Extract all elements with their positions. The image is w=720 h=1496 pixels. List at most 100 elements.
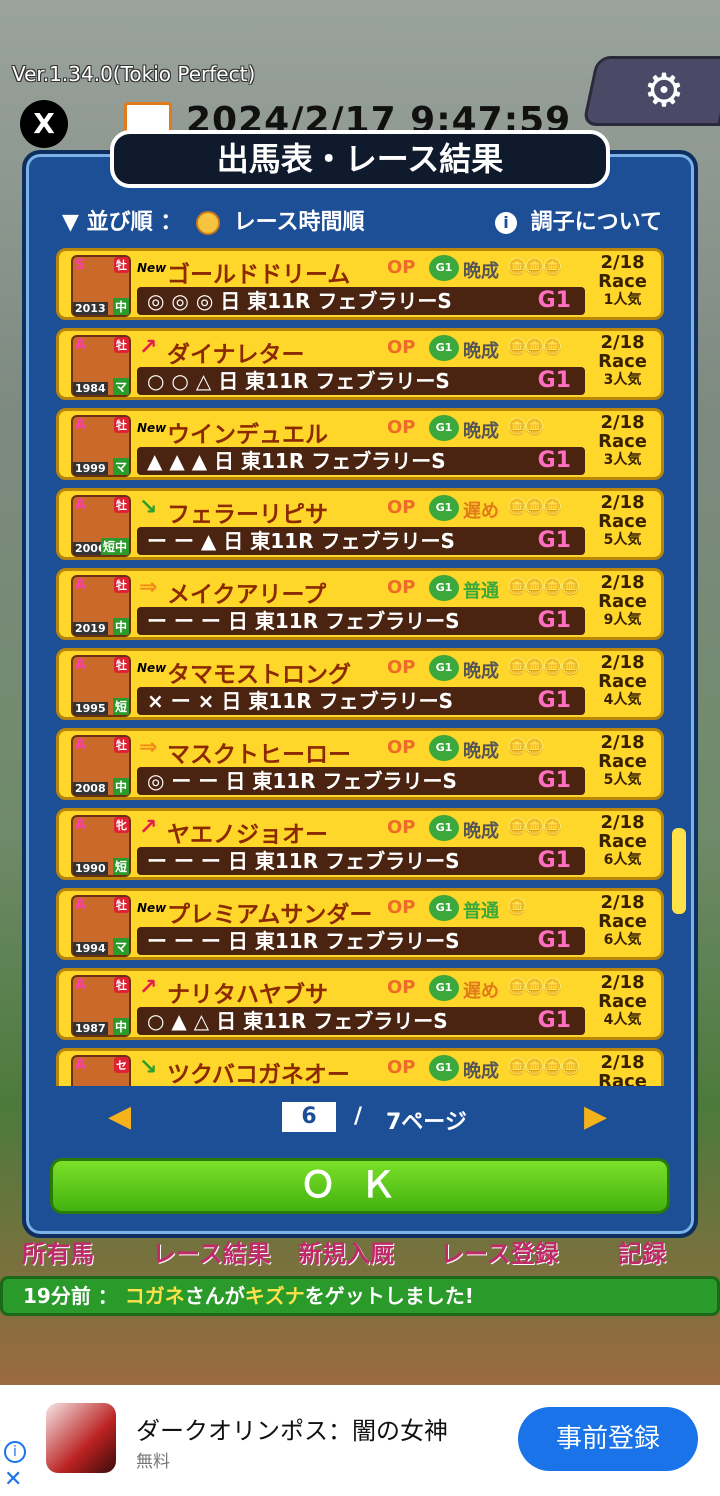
horse-row[interactable]: A 牡 2006 短中 ↘ フェラーリピサ OP G1 遅め 🪙🪙🪙 ー ー ▲… (56, 488, 664, 560)
popularity: 5人気 (603, 532, 642, 548)
rank-badge: A (75, 497, 86, 513)
growth-type: 晩成 (463, 821, 499, 842)
race-name: フェブラリーS (325, 929, 460, 953)
horse-row[interactable]: A 牡 2008 中 ⇒ マスクトヒーロー OP G1 晩成 🪙🪙 ◎ ー ー … (56, 728, 664, 800)
race-label: Race (598, 671, 647, 692)
prediction-marks: ○ ○ △ (147, 369, 212, 393)
class-label: OP (387, 657, 416, 678)
trend-arrow-icon: ↘ (139, 1055, 158, 1080)
coin-icons: 🪙🪙🪙🪙 (507, 657, 581, 676)
ad-banner[interactable]: i ✕ ダークオリンポス：闇の女神 無料 事前登録 (0, 1385, 720, 1496)
horse-name: ヤエノジョオー (167, 822, 328, 848)
race-day: 日 (216, 1009, 237, 1033)
birth-year: 1999 (73, 462, 108, 475)
horse-row[interactable]: A 牡 1994 マ New プレミアムサンダー OP G1 普通 🪙 ー ー … (56, 888, 664, 960)
horse-row[interactable]: S 牡 2013 中 New ゴールドドリーム OP G1 晩成 🪙🪙🪙 ◎ ◎… (56, 248, 664, 320)
race-label: Race (598, 991, 647, 1012)
ad-close-icon[interactable]: ✕ (4, 1467, 22, 1492)
class-label: OP (387, 257, 416, 278)
race-label: Race (598, 271, 647, 292)
horse-list[interactable]: S 牡 2013 中 New ゴールドドリーム OP G1 晩成 🪙🪙🪙 ◎ ◎… (56, 248, 666, 1086)
race-day: 日 (220, 289, 241, 313)
race-day: 日 (225, 769, 246, 793)
menu-records[interactable]: 記録 (618, 1234, 666, 1269)
rank-badge: A (75, 337, 86, 353)
menu-race-results[interactable]: レース結果 (152, 1234, 271, 1269)
version-label: Ver.1.34.0(Tokio Perfect) (12, 62, 256, 86)
race-name: フェブラリーS (317, 289, 452, 313)
page-separator: / (354, 1104, 363, 1129)
prev-page-arrow-icon[interactable]: ◀ (108, 1100, 136, 1134)
race-name: フェブラリーS (315, 369, 450, 393)
list-scrollbar[interactable] (672, 828, 686, 914)
race-info-bar: ー ー ▲ 日 東11R フェブラリーS G1 (137, 527, 585, 555)
race-day: 日 (218, 369, 239, 393)
race-info-bar: ▲ ▲ ▲ 日 東11R フェブラリーS G1 (137, 447, 585, 475)
birth-year: 2019 (73, 622, 108, 635)
horse-name: ツクバコガネオー (167, 1062, 350, 1086)
g1-icon: G1 (429, 1055, 459, 1081)
growth-type: 晩成 (463, 341, 499, 362)
ad-info-icon[interactable]: i (4, 1441, 26, 1463)
ad-preregister-button[interactable]: 事前登録 (518, 1407, 698, 1471)
grade-label: G1 (537, 608, 571, 633)
next-page-arrow-icon[interactable]: ▶ (584, 1100, 612, 1134)
sex-badge: 牡 (114, 657, 129, 673)
horse-row[interactable]: A 牝 1990 短 ↗ ヤエノジョオー OP G1 晩成 🪙🪙🪙 ー ー ー … (56, 808, 664, 880)
ok-button[interactable]: ＯＫ (50, 1158, 670, 1214)
prediction-marks: × ー × (147, 689, 215, 713)
distance-badge: 短 (112, 858, 129, 875)
horse-row[interactable]: A 牡 1995 短 New タマモストロング OP G1 晩成 🪙🪙🪙🪙 × … (56, 648, 664, 720)
race-day: 日 (223, 529, 244, 553)
growth-type: 晩成 (463, 261, 499, 282)
condition-info-label: 調子について (530, 210, 662, 235)
new-badge: New (137, 421, 167, 435)
sex-badge: 牝 (114, 817, 129, 833)
horse-name: メイクアリープ (167, 582, 327, 608)
race-date-block: 2/18 Race 6人気 (598, 813, 647, 870)
birth-year: 1990 (73, 862, 108, 875)
growth-type: 晩成 (463, 421, 499, 442)
horse-row[interactable]: A 牡 2019 中 ⇒ メイクアリープ OP G1 普通 🪙🪙🪙🪙 ー ー ー… (56, 568, 664, 640)
growth-type: 晩成 (463, 1061, 499, 1082)
race-day: 日 (221, 689, 242, 713)
ad-app-icon[interactable] (46, 1403, 116, 1473)
menu-race-register[interactable]: レース登録 (440, 1234, 559, 1269)
popularity: 9人気 (603, 612, 642, 628)
rank-badge: A (75, 817, 86, 833)
menu-new-stable[interactable]: 新規入厩 (298, 1234, 394, 1269)
horse-row[interactable]: A 牡 1984 マ ↗ ダイナレター OP G1 晩成 🪙🪙🪙 ○ ○ △ 日… (56, 328, 664, 400)
horse-name: ウインデュエル (167, 422, 328, 448)
growth-type: 晩成 (463, 661, 499, 682)
gear-icon[interactable]: ⚙ (640, 66, 688, 114)
coin-icons: 🪙🪙🪙 (507, 497, 563, 516)
ticker-mid: さんが (184, 1284, 245, 1308)
horse-portrait: S 牡 2013 中 (71, 255, 131, 317)
condition-info-button[interactable]: i 調子について (494, 204, 662, 236)
g1-icon: G1 (429, 975, 459, 1001)
x-share-button[interactable]: X (20, 100, 68, 148)
g1-icon: G1 (429, 575, 459, 601)
g1-icon: G1 (429, 495, 459, 521)
sort-selector[interactable]: ▼ 並び順 ： レース時間順 (62, 204, 365, 236)
birth-year: 1987 (73, 1022, 108, 1035)
ticker-tail: をゲットしました! (304, 1284, 474, 1308)
race-name: フェブラリーS (311, 449, 446, 473)
menu-owned-horses[interactable]: 所有馬 (22, 1234, 94, 1269)
horse-row[interactable]: A 牡 1999 マ New ウインデュエル OP G1 晩成 🪙🪙 ▲ ▲ ▲… (56, 408, 664, 480)
ad-price: 無料 (136, 1452, 170, 1472)
horse-portrait: A 牡 1999 マ (71, 415, 131, 477)
race-date: 2/18 (600, 492, 645, 513)
race-date: 2/18 (600, 1052, 645, 1073)
horse-row[interactable]: A セ ↘ ツクバコガネオー OP G1 晩成 🪙🪙🪙🪙 2/18 Race (56, 1048, 664, 1086)
rank-badge: A (75, 737, 86, 753)
rank-badge: A (75, 1057, 86, 1073)
g1-icon: G1 (429, 335, 459, 361)
trend-arrow-icon: ↗ (139, 975, 158, 1000)
race-date: 2/18 (600, 732, 645, 753)
horse-row[interactable]: A 牡 1987 中 ↗ ナリタハヤブサ OP G1 遅め 🪙🪙🪙 ○ ▲ △ … (56, 968, 664, 1040)
coin-icons: 🪙🪙🪙 (507, 977, 563, 996)
growth-type: 遅め (463, 501, 499, 522)
pager: ◀ 6 / 7ページ ▶ (100, 1098, 620, 1140)
prediction-marks: ▲ ▲ ▲ (147, 449, 208, 473)
